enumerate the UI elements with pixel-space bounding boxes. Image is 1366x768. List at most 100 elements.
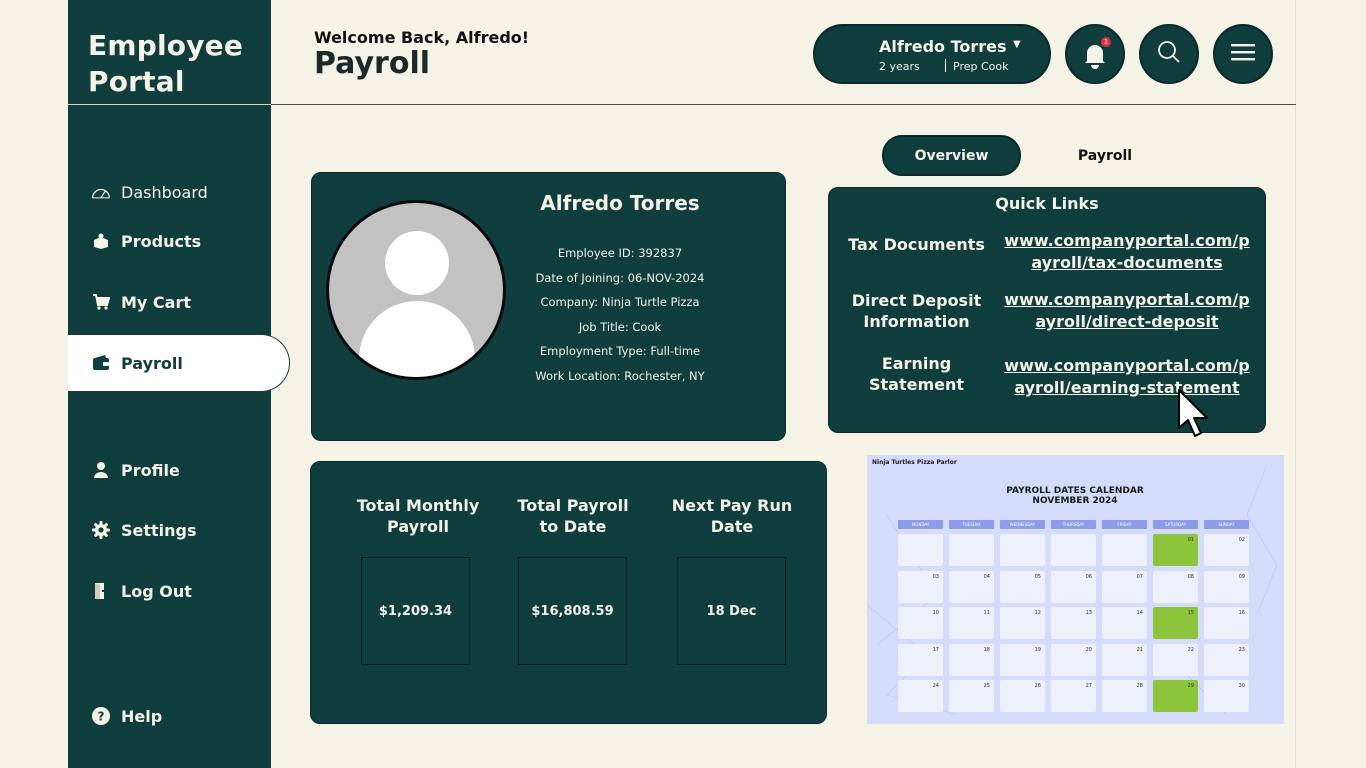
calendar-day-cell: 15 [1153, 607, 1198, 639]
calendar-day-number: 24 [932, 683, 939, 689]
calendar-day-cell [898, 534, 943, 566]
calendar-day-cell: 06 [1051, 570, 1096, 603]
tab-payroll[interactable]: Payroll [1060, 135, 1150, 176]
calendar-day-number: 25 [983, 683, 990, 689]
calendar-day-cell: 28 [1102, 680, 1147, 712]
sidebar-item-profile[interactable]: Profile [91, 456, 180, 484]
calendar-day-header: TUESDAY [949, 520, 994, 529]
link-label-tax-documents: Tax Documents [848, 235, 985, 254]
calendar-day-cell: 24 [898, 680, 943, 712]
calendar-day-cell [1102, 534, 1147, 566]
calendar-day-number: 19 [1034, 646, 1041, 653]
menu-button[interactable] [1213, 24, 1273, 84]
sidebar-divider [68, 104, 271, 105]
link-label-direct-deposit: Direct Deposit Information [851, 291, 982, 331]
link-tax-documents[interactable]: www.companyportal.com/payroll/tax-docume… [1001, 230, 1253, 274]
sidebar-item-log-out[interactable]: Log Out [91, 577, 192, 605]
calendar-day-cell: 13 [1051, 607, 1096, 639]
stat-title-to-date: Total Payroll to Date [517, 496, 629, 536]
calendar-day-number: 02 [1238, 537, 1245, 543]
link-label-earning-statement: Earning Statement [868, 354, 965, 394]
sidebar-item-label: Settings [121, 520, 197, 540]
calendar-day-number: 23 [1238, 646, 1245, 653]
calendar-day-number: 05 [1034, 573, 1041, 580]
user-tenure: 2 years [879, 60, 920, 73]
link-direct-deposit[interactable]: www.companyportal.com/payroll/direct-dep… [1001, 289, 1253, 333]
sidebar-item-label: Payroll [121, 353, 183, 373]
calendar-day-header: WEDNESDAY [1000, 520, 1045, 529]
calendar-day-number: 18 [983, 646, 990, 653]
svg-text:?: ? [98, 710, 105, 724]
calendar-day-header: THURSDAY [1051, 520, 1096, 529]
calendar-day-number: 27 [1085, 683, 1092, 689]
sidebar-item-label: Help [121, 706, 163, 726]
calendar-day-cell: 10 [898, 607, 943, 639]
joining-date: Date of Joining: 06-NOV-2024 [535, 270, 705, 285]
payroll-stats-card: Total Monthly Payroll Total Payroll to D… [310, 461, 827, 724]
tab-overview[interactable]: Overview [882, 135, 1021, 176]
notification-badge: 1 [1101, 37, 1111, 47]
user-info-separator [945, 59, 946, 72]
calendar-day-cell: 03 [898, 570, 943, 603]
link-earning-statement[interactable]: www.companyportal.com/payroll/earning-st… [1001, 355, 1253, 399]
stat-value-monthly: $1,209.34 [361, 557, 470, 665]
stat-value-next-run: 18 Dec [677, 557, 786, 665]
calendar-day-number: 07 [1136, 573, 1143, 580]
calendar-day-number: 29 [1187, 683, 1194, 689]
calendar-day-cell [949, 534, 994, 566]
avatar [326, 200, 506, 380]
calendar-day-cell: 04 [949, 570, 994, 603]
sidebar-item-settings[interactable]: Settings [91, 516, 197, 544]
app-logo: Employee Portal [88, 29, 244, 98]
calendar-day-number: 22 [1187, 646, 1194, 653]
calendar-day-number: 20 [1085, 646, 1092, 653]
job-title: Job Title: Cook [578, 319, 662, 334]
calendar-day-cell: 02 [1204, 534, 1249, 566]
notifications-button[interactable]: 1 [1065, 24, 1125, 84]
calendar-day-cell: 08 [1153, 570, 1198, 603]
calendar-day-cell: 16 [1204, 607, 1249, 639]
user-menu[interactable]: Alfredo Torres ▼ 2 years Prep Cook [813, 24, 1051, 84]
calendar-day-number: 13 [1085, 610, 1092, 616]
stat-value-to-date: $16,808.59 [518, 557, 627, 665]
sidebar-item-label: Dashboard [121, 182, 208, 202]
caret-down-icon: ▼ [1013, 39, 1021, 50]
page-title: Payroll [314, 46, 431, 81]
company: Company: Ninja Turtle Pizza [540, 295, 700, 309]
wallet-icon [91, 353, 111, 373]
sidebar-item-products[interactable]: Products [91, 227, 201, 255]
calendar-day-cell: 05 [1000, 570, 1045, 603]
calendar-day-number: 09 [1238, 573, 1245, 580]
search-button[interactable] [1139, 24, 1199, 84]
calendar-day-cell: 22 [1153, 643, 1198, 676]
sidebar-item-my-cart[interactable]: My Cart [91, 288, 191, 316]
sidebar-item-dashboard[interactable]: Dashboard [91, 178, 208, 206]
sidebar-item-payroll[interactable]: Payroll [91, 349, 183, 377]
gauge-icon [91, 182, 111, 202]
profile-card: Alfredo Torres Employee ID: 392837 Date … [311, 172, 786, 441]
calendar-day-cell: 27 [1051, 680, 1096, 712]
employment-type: Employment Type: Full-time [539, 344, 701, 358]
calendar-day-cell: 25 [949, 680, 994, 712]
quick-links-title: Quick Links [995, 194, 1099, 213]
logout-icon [91, 581, 111, 601]
person-icon [91, 460, 111, 480]
help-icon: ? [91, 706, 111, 726]
calendar-day-number: 01 [1187, 537, 1194, 543]
calendar-day-number: 08 [1187, 573, 1194, 580]
calendar-day-number: 12 [1034, 610, 1041, 616]
calendar-day-cell: 26 [1000, 680, 1045, 712]
hamburger-icon [1230, 42, 1256, 66]
box-icon [91, 231, 111, 251]
calendar-day-number: 15 [1187, 610, 1194, 616]
bell-icon: 1 [1078, 37, 1112, 71]
calendar-title: PAYROLL DATES CALENDAR NOVEMBER 2024 [1006, 486, 1144, 506]
header-divider [271, 104, 1296, 105]
calendar-day-cell: 17 [898, 643, 943, 676]
calendar-day-number: 04 [983, 573, 990, 580]
gear-icon [91, 520, 111, 540]
calendar-day-header: FRIDAY [1102, 520, 1147, 529]
sidebar-item-help[interactable]: ? Help [91, 702, 162, 730]
calendar-day-cell: 11 [949, 607, 994, 639]
sidebar-item-label: Profile [121, 460, 180, 480]
